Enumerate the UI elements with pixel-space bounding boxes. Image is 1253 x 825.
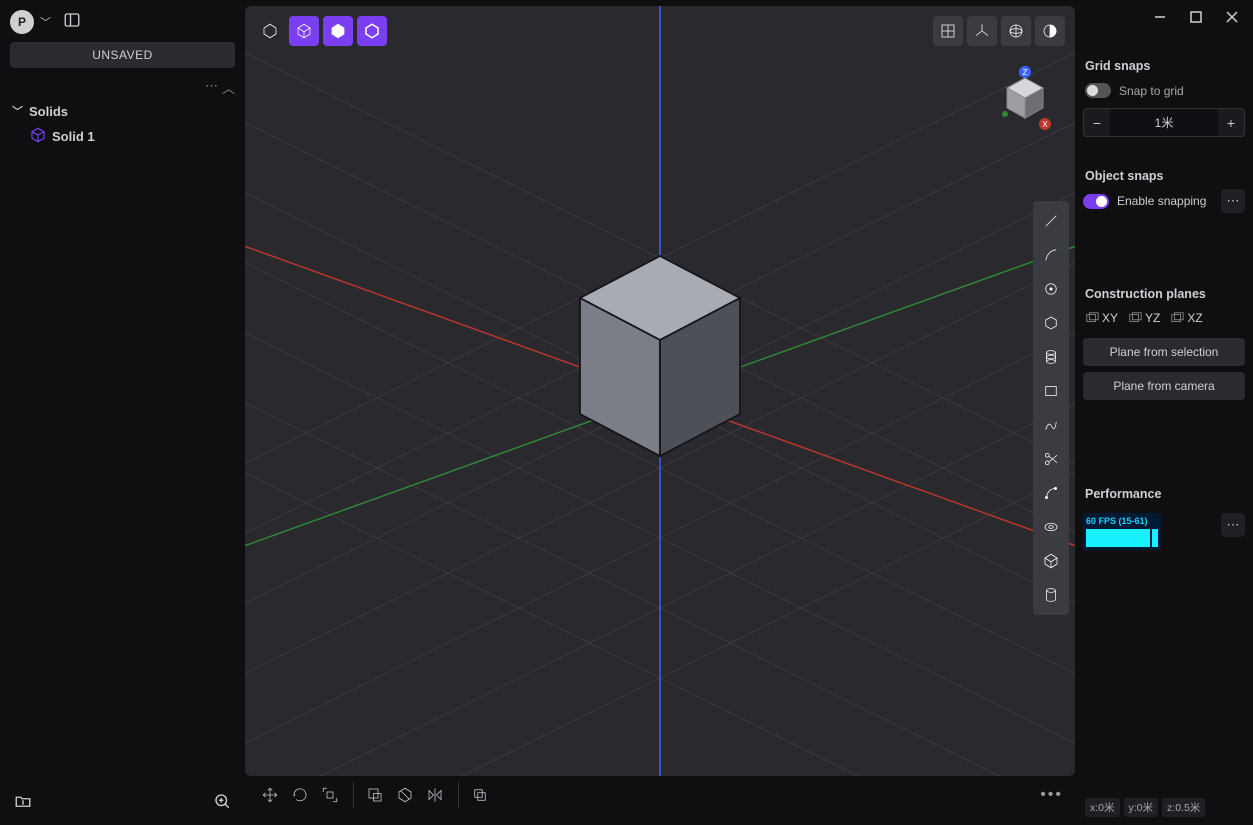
mode-solid2-button[interactable] — [323, 16, 353, 46]
line-tool[interactable] — [1037, 205, 1065, 237]
bottom-more-button[interactable]: ••• — [1040, 786, 1063, 804]
avatar-menu-chevron[interactable]: ﹀ — [40, 14, 51, 30]
object-snaps-more[interactable]: ⋯ — [1221, 189, 1245, 213]
fps-label: 60 FPS (15-61) — [1086, 516, 1158, 526]
tree-item-label: Solid 1 — [52, 129, 95, 144]
grid-size-value: 1米 — [1110, 109, 1218, 136]
panel-layout-icon[interactable] — [63, 11, 81, 34]
cylinder-tool[interactable] — [1037, 341, 1065, 373]
enable-snapping-label: Enable snapping — [1117, 194, 1206, 208]
curve-tool[interactable] — [1037, 239, 1065, 271]
bool-union[interactable] — [362, 782, 388, 808]
rectangle-tool[interactable] — [1037, 375, 1065, 407]
snap-to-grid-label: Snap to grid — [1119, 84, 1184, 98]
chevron-down-icon: ﹀ — [12, 103, 23, 119]
performance-title: Performance — [1083, 473, 1245, 507]
status-z: z:0.5米 — [1162, 798, 1205, 817]
plane-from-camera-button[interactable]: Plane from camera — [1083, 372, 1245, 400]
mode-solid3-button[interactable] — [357, 16, 387, 46]
grid-size-decrease[interactable]: − — [1084, 109, 1110, 136]
cube-tool[interactable] — [1037, 545, 1065, 577]
performance-more[interactable]: ⋯ — [1221, 513, 1245, 537]
globe-view-button[interactable] — [1001, 16, 1031, 46]
tree-group-label: Solids — [29, 104, 68, 119]
cube-icon — [30, 127, 46, 146]
rotate-tool[interactable] — [287, 782, 313, 808]
torus-tool[interactable] — [1037, 511, 1065, 543]
snap-to-grid-toggle[interactable] — [1085, 83, 1111, 98]
database-tool[interactable] — [1037, 579, 1065, 611]
object-snaps-title: Object snaps — [1083, 155, 1245, 189]
window-maximize[interactable] — [1189, 10, 1203, 27]
viewport-3d[interactable]: Z X — [245, 6, 1075, 776]
scale-tool[interactable] — [317, 782, 343, 808]
save-status[interactable]: UNSAVED — [10, 42, 235, 68]
folder-icon[interactable] — [14, 792, 32, 815]
user-avatar[interactable]: P — [10, 10, 34, 34]
svg-text:Z: Z — [1023, 68, 1028, 77]
trim-tool[interactable] — [1037, 443, 1065, 475]
bool-subtract[interactable] — [392, 782, 418, 808]
window-minimize[interactable] — [1153, 10, 1167, 27]
status-bar: x:0米 y:0米 z:0.5米 — [1083, 790, 1245, 825]
duplicate-tool[interactable] — [467, 782, 493, 808]
mirror-tool[interactable] — [422, 782, 448, 808]
svg-text:X: X — [1042, 120, 1048, 129]
mode-solid1-button[interactable] — [289, 16, 319, 46]
scene-svg — [245, 6, 1075, 776]
mode-wire-button[interactable] — [255, 16, 285, 46]
construction-planes-title: Construction planes — [1083, 273, 1245, 307]
fps-graph: 60 FPS (15-61) — [1083, 513, 1161, 550]
circle-tool[interactable] — [1037, 273, 1065, 305]
grid-size-stepper[interactable]: − 1米 + — [1083, 108, 1245, 137]
move-tool[interactable] — [257, 782, 283, 808]
tree-item-solid[interactable]: Solid 1 — [0, 123, 245, 150]
plane-xz[interactable]: XZ — [1170, 311, 1202, 325]
hexagon-tool[interactable] — [1037, 307, 1065, 339]
plane-yz[interactable]: YZ — [1128, 311, 1160, 325]
tree-collapse-icon[interactable]: ︿ — [222, 78, 235, 97]
plane-xy[interactable]: XY — [1085, 311, 1118, 325]
spline-tool[interactable] — [1037, 409, 1065, 441]
axis-gizmo[interactable]: Z X — [995, 66, 1055, 136]
tree-group-solids[interactable]: ﹀ Solids — [0, 99, 245, 123]
pen-tool[interactable] — [1037, 477, 1065, 509]
plane-from-selection-button[interactable]: Plane from selection — [1083, 338, 1245, 366]
status-y: y:0米 — [1124, 798, 1159, 817]
axes-view-button[interactable] — [967, 16, 997, 46]
grid-size-increase[interactable]: + — [1218, 109, 1244, 136]
grid-view-button[interactable] — [933, 16, 963, 46]
window-close[interactable] — [1225, 10, 1239, 27]
shade-view-button[interactable] — [1035, 16, 1065, 46]
zoom-icon[interactable] — [213, 792, 231, 815]
tree-more-icon[interactable]: ⋯ — [205, 78, 218, 97]
enable-snapping-toggle[interactable] — [1083, 194, 1109, 209]
grid-snaps-title: Grid snaps — [1083, 45, 1245, 79]
status-x: x:0米 — [1085, 798, 1120, 817]
